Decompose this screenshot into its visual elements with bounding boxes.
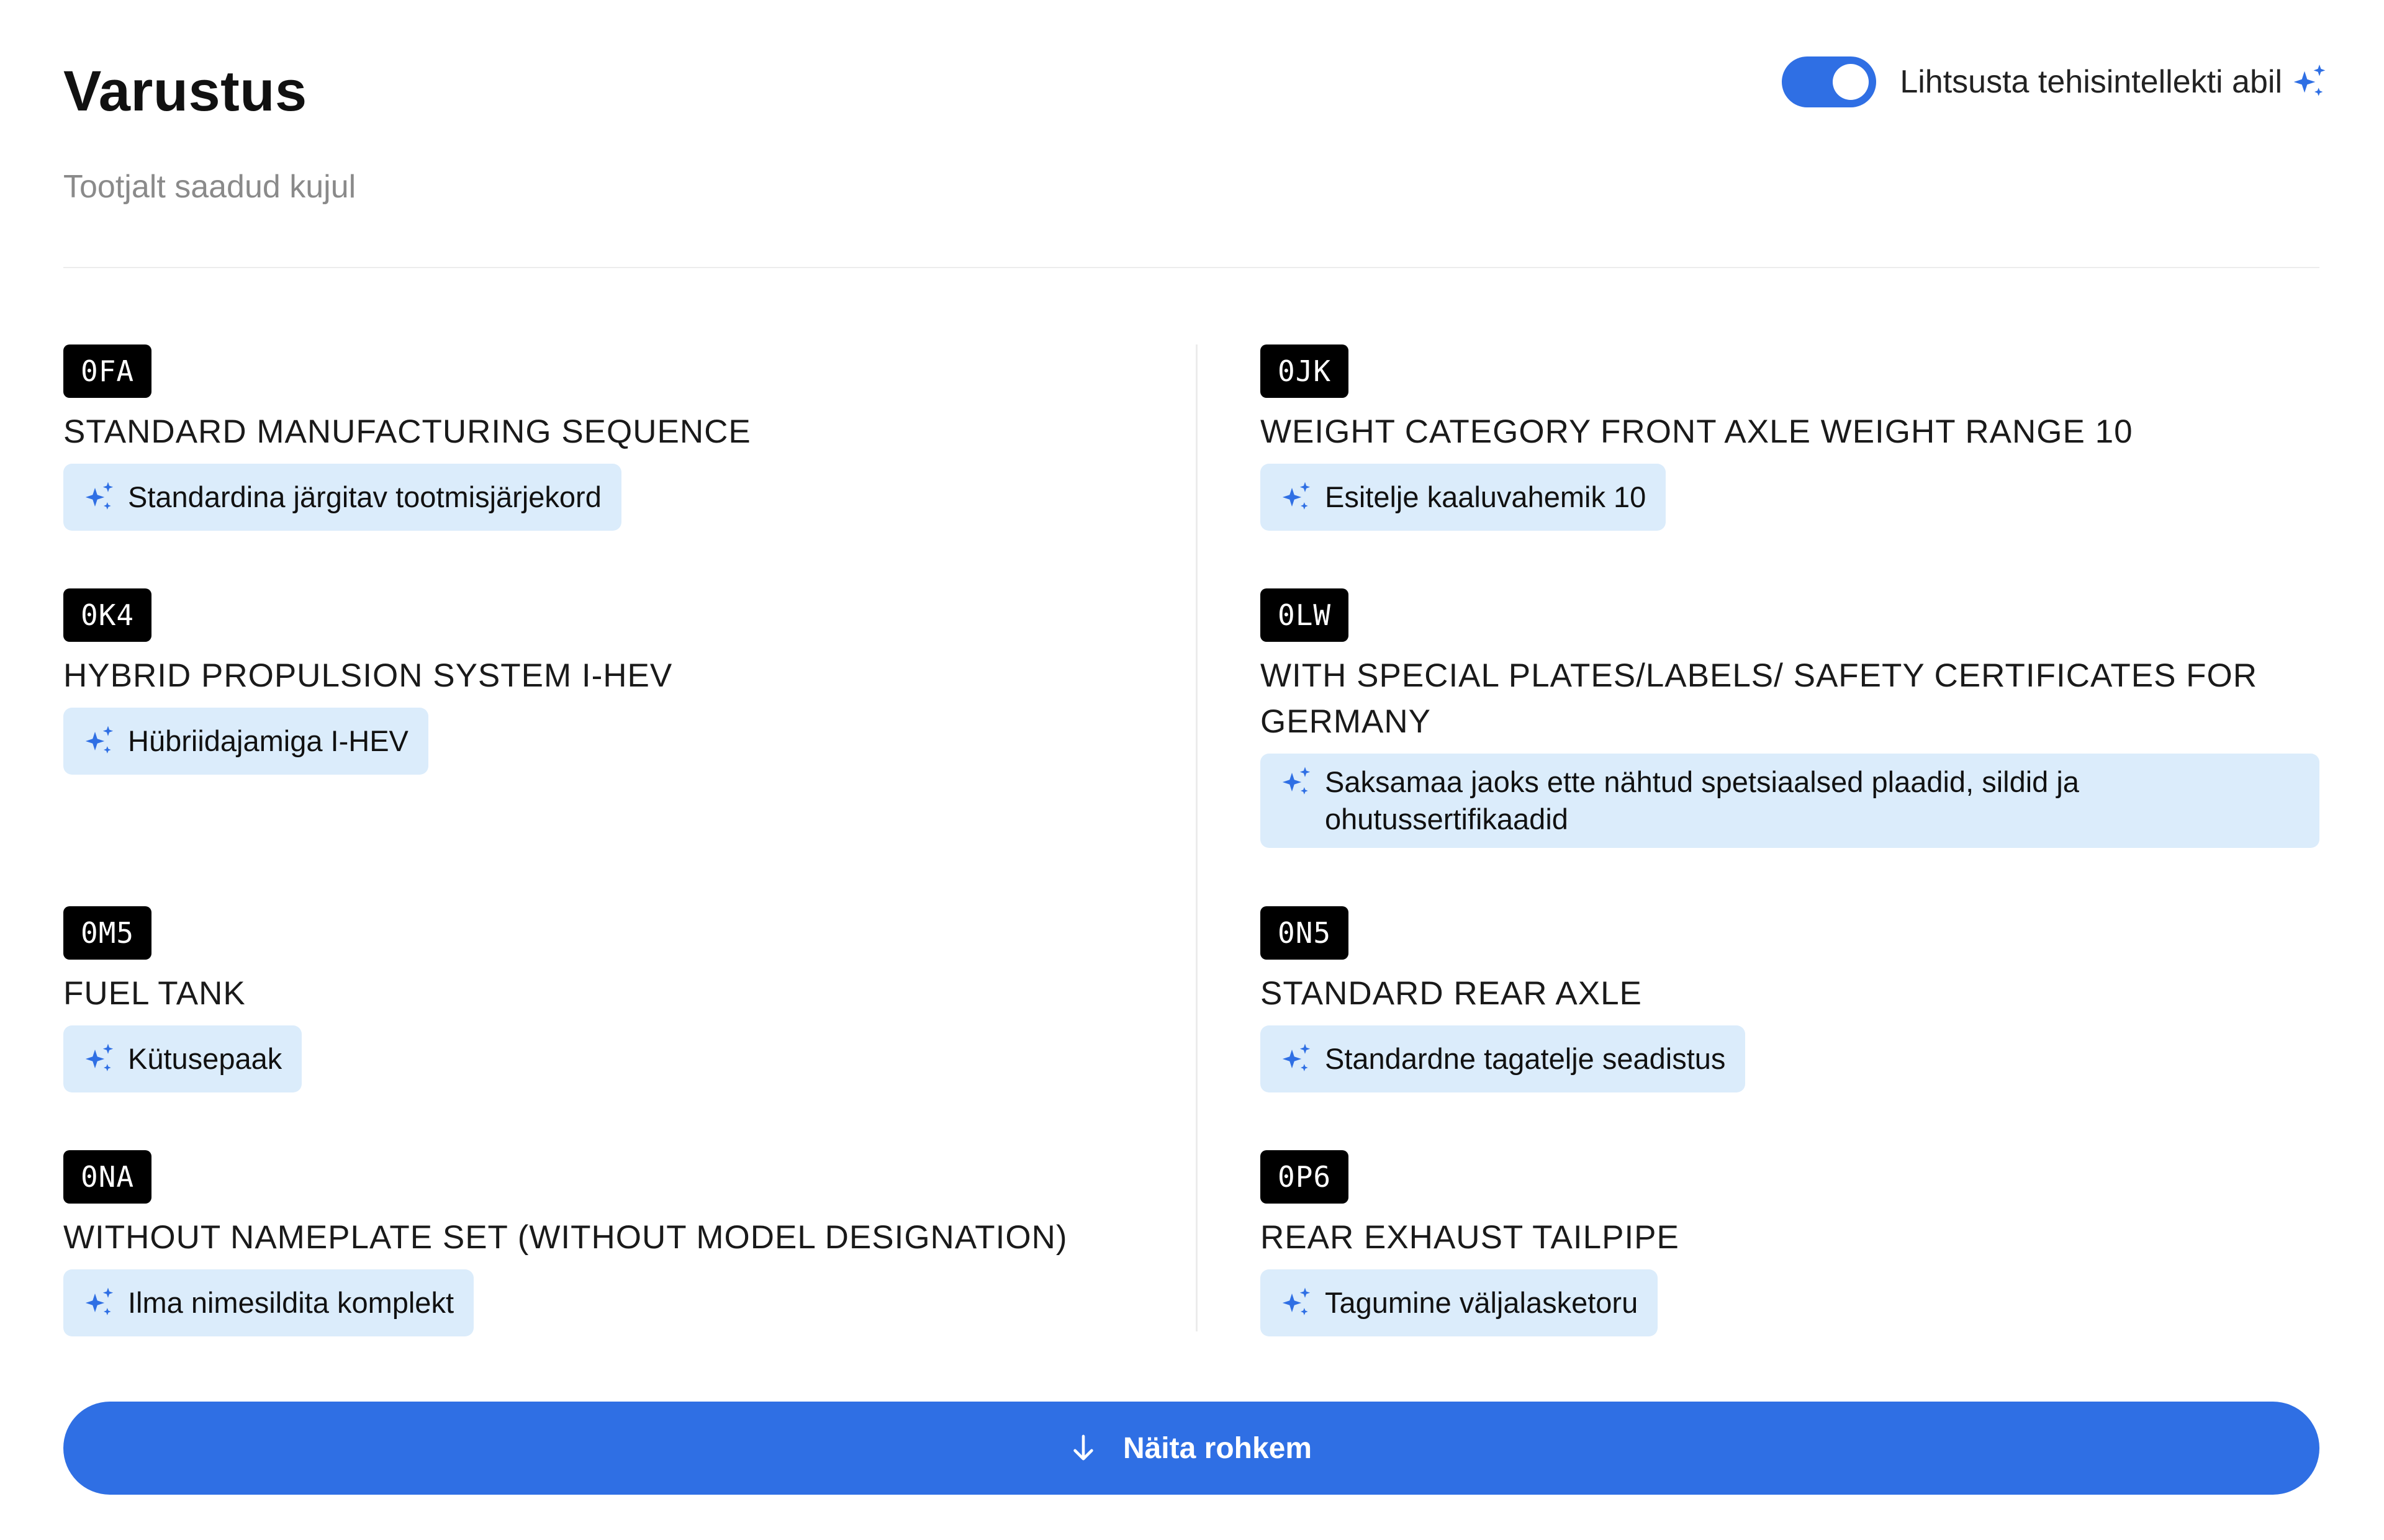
ai-simplified-chip: Kütusepaak xyxy=(63,1025,302,1092)
sparkle-icon xyxy=(1282,1287,1311,1315)
ai-simplify-control: Lihtsusta tehisintellekti abil xyxy=(1782,55,2329,109)
sparkle-icon xyxy=(85,1287,114,1315)
page-subtitle: Tootjalt saadud kujul xyxy=(63,169,356,205)
equipment-item: 0NA WITHOUT NAMEPLATE SET (WITHOUT MODEL… xyxy=(63,1150,1068,1336)
original-description: STANDARD MANUFACTURING SEQUENCE xyxy=(63,413,751,450)
original-description: REAR EXHAUST TAILPIPE xyxy=(1260,1219,1679,1256)
original-description: WITHOUT NAMEPLATE SET (WITHOUT MODEL DES… xyxy=(63,1219,1068,1256)
option-code-badge: 0FA xyxy=(63,344,152,398)
ai-simplified-chip: Standardina järgitav tootmisjärjekord xyxy=(63,464,621,531)
simplified-description: Standardne tagatelje seadistus xyxy=(1325,1042,1726,1075)
equipment-item: 0P6 REAR EXHAUST TAILPIPE Tagumine välja… xyxy=(1260,1150,1679,1336)
simplified-description: Hübriidajamiga I-HEV xyxy=(128,724,409,757)
option-code-badge: 0LW xyxy=(1260,588,1349,642)
show-more-label: Näita rohkem xyxy=(1122,1431,1312,1465)
sparkle-icon xyxy=(85,726,114,754)
simplified-description: Ilma nimesildita komplekt xyxy=(128,1286,454,1319)
sparkle-icon xyxy=(85,1043,114,1071)
column-divider xyxy=(1196,344,1198,1331)
ai-simplified-chip: Esitelje kaaluvahemik 10 xyxy=(1260,464,1666,531)
page-title: Varustus xyxy=(63,60,307,123)
option-code-badge: 0JK xyxy=(1260,344,1349,398)
ai-simplified-chip: Saksamaa jaoks ette nähtud spetsiaalsed … xyxy=(1260,754,2319,848)
sparkle-icon xyxy=(1282,482,1311,510)
show-more-button[interactable]: Näita rohkem xyxy=(63,1402,2319,1495)
original-description: FUEL TANK xyxy=(63,975,246,1012)
original-description: WEIGHT CATEGORY FRONT AXLE WEIGHT RANGE … xyxy=(1260,413,2133,450)
original-description: HYBRID PROPULSION SYSTEM I-HEV xyxy=(63,657,673,694)
sparkle-icon xyxy=(2293,65,2326,96)
option-code-badge: 0N5 xyxy=(1260,906,1349,960)
equipment-item: 0K4 HYBRID PROPULSION SYSTEM I-HEV Hübri… xyxy=(63,588,672,775)
simplified-description: Kütusepaak xyxy=(128,1042,282,1075)
ai-simplify-toggle[interactable] xyxy=(1782,56,1877,107)
sparkle-icon xyxy=(1282,767,1311,795)
option-code-badge: 0M5 xyxy=(63,906,152,960)
ai-simplified-chip: Ilma nimesildita komplekt xyxy=(63,1269,474,1336)
ai-simplified-chip: Hübriidajamiga I-HEV xyxy=(63,708,428,775)
header-divider xyxy=(63,267,2319,268)
simplified-description: Tagumine väljalasketoru xyxy=(1325,1286,1638,1319)
equipment-page: Varustus Tootjalt saadud kujul Lihtsusta… xyxy=(0,0,2384,1540)
simplified-description: Saksamaa jaoks ette nähtud spetsiaalsed … xyxy=(1325,765,2079,835)
option-code-badge: 0P6 xyxy=(1260,1150,1349,1204)
ai-simplify-label: Lihtsusta tehisintellekti abil xyxy=(1900,64,2282,100)
simplified-description: Standardina järgitav tootmisjärjekord xyxy=(128,480,602,513)
equipment-item: 0M5 FUEL TANK Kütusepaak xyxy=(63,906,302,1092)
arrow-down-icon xyxy=(1073,1434,1093,1461)
ai-simplified-chip: Tagumine väljalasketoru xyxy=(1260,1269,1658,1336)
simplified-description: Esitelje kaaluvahemik 10 xyxy=(1325,480,1646,513)
sparkle-icon xyxy=(1282,1043,1311,1071)
sparkle-icon xyxy=(85,482,114,510)
equipment-item: 0N5 STANDARD REAR AXLE Standardne tagate… xyxy=(1260,906,1746,1092)
equipment-item: 0JK WEIGHT CATEGORY FRONT AXLE WEIGHT RA… xyxy=(1260,344,2133,531)
toggle-knob xyxy=(1833,64,1869,100)
option-code-badge: 0K4 xyxy=(63,588,152,642)
option-code-badge: 0NA xyxy=(63,1150,152,1204)
equipment-item: 0LW WITH SPECIAL PLATES/LABELS/ SAFETY C… xyxy=(1260,588,2319,848)
ai-simplified-chip: Standardne tagatelje seadistus xyxy=(1260,1025,1746,1092)
equipment-item: 0FA STANDARD MANUFACTURING SEQUENCE Stan… xyxy=(63,344,751,531)
original-description: STANDARD REAR AXLE xyxy=(1260,975,1642,1012)
original-description: WITH SPECIAL PLATES/LABELS/ SAFETY CERTI… xyxy=(1260,657,2258,740)
